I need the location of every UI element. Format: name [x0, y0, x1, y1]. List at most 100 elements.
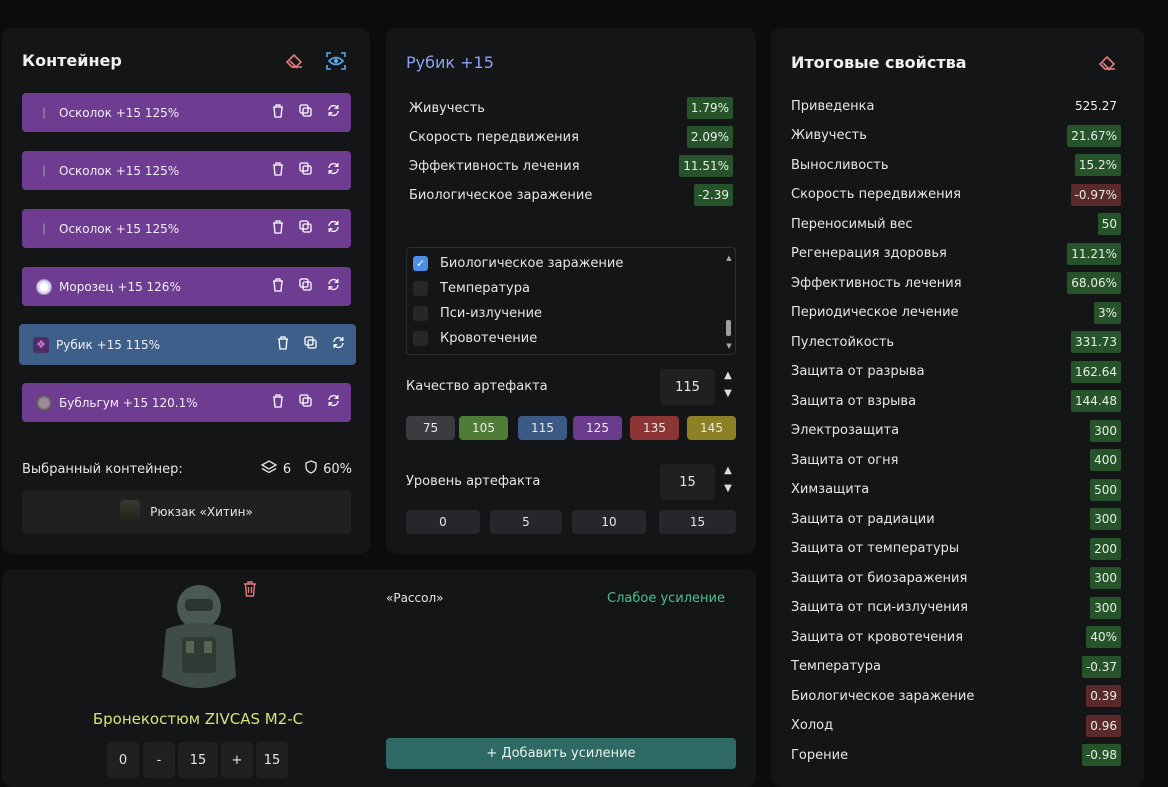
trash-icon[interactable] [270, 277, 285, 296]
armor-level-input[interactable]: 15 [178, 742, 218, 778]
refresh-icon[interactable] [326, 162, 341, 179]
eye-icon[interactable] [325, 50, 347, 72]
total-stat-row: Горение -0.98 [791, 743, 1121, 767]
armor-level-max[interactable]: 15 [256, 742, 288, 778]
armor-level-increment[interactable]: + [221, 742, 253, 778]
armor-name: Бронекостюм ZIVCAS M2-C [92, 710, 304, 728]
quality-down-icon[interactable]: ▼ [721, 388, 735, 399]
backpack-selector[interactable]: Рюкзак «Хитин» [22, 490, 351, 534]
trash-icon[interactable] [270, 393, 285, 412]
trash-icon[interactable] [270, 219, 285, 238]
backpack-name: Рюкзак «Хитин» [150, 505, 253, 519]
quality-input[interactable]: 115 [660, 369, 715, 405]
quality-preset-button[interactable]: 105 [459, 416, 508, 440]
total-stat-name: Холод [791, 718, 834, 733]
total-stat-value: 300 [1090, 508, 1121, 530]
checkbox[interactable] [413, 331, 428, 346]
artifact-row[interactable]: Морозец +15 126% [22, 267, 351, 306]
level-preset-button[interactable]: 5 [490, 510, 562, 534]
quality-preset-button[interactable]: 135 [630, 416, 679, 440]
refresh-icon[interactable] [326, 278, 341, 295]
artifact-row[interactable]: ❘ Осколок +15 125% [22, 151, 351, 190]
copy-icon[interactable] [298, 162, 313, 179]
stat-value: 2.09% [686, 126, 733, 148]
total-stat-name: Защита от кровотечения [791, 629, 964, 645]
scroll-thumb[interactable] [726, 320, 731, 336]
total-stat-row: Защита от разрыва 162.64 [791, 360, 1121, 384]
copy-icon[interactable] [298, 278, 313, 295]
trash-icon[interactable] [243, 581, 257, 601]
effect-option[interactable]: Пси-излучение [413, 306, 542, 321]
artifact-row[interactable]: Бубльгум +15 120.1% [22, 383, 351, 422]
add-boost-button[interactable]: + Добавить усиление [386, 738, 736, 769]
copy-icon[interactable] [298, 394, 313, 411]
checkbox[interactable]: ✓ [413, 256, 428, 271]
armor-level-decrement[interactable]: - [143, 742, 175, 778]
artifact-row[interactable]: ❘ Осколок +15 125% [22, 93, 351, 132]
total-stat-value: -0.98 [1081, 744, 1121, 766]
frost-orb-icon [36, 278, 52, 295]
cube-icon: ❖ [33, 336, 49, 353]
checkbox[interactable] [413, 306, 428, 321]
total-stat-row: Пулестойкость 331.73 [791, 330, 1121, 354]
effect-option[interactable]: Температура [413, 281, 530, 296]
quality-preset-button[interactable]: 75 [406, 416, 455, 440]
container-slots: 6 [282, 461, 292, 477]
shard-icon: ❘ [39, 106, 49, 119]
copy-icon[interactable] [298, 220, 313, 237]
effect-listbox[interactable]: ✓ Биологическое заражение Температура Пси-и… [406, 247, 736, 355]
copy-icon[interactable] [303, 336, 318, 353]
artifact-stat-row: Живучесть 1.79% [409, 97, 733, 119]
armor-level-min[interactable]: 0 [107, 742, 139, 778]
quality-up-icon[interactable]: ▲ [721, 370, 735, 381]
stat-value: 1.79% [686, 97, 733, 119]
refresh-icon[interactable] [326, 220, 341, 237]
total-stat-name: Приведенка [791, 98, 875, 114]
listbox-scrollbar[interactable]: ▲ ▼ [725, 254, 733, 350]
scroll-up-icon[interactable]: ▲ [725, 254, 733, 262]
level-input[interactable]: 15 [660, 464, 715, 500]
layers-icon [260, 460, 278, 478]
quality-preset-button[interactable]: 145 [687, 416, 736, 440]
total-stat-row: Защита от взрыва 144.48 [791, 389, 1121, 413]
total-stat-value: 300 [1090, 567, 1121, 589]
scroll-down-icon[interactable]: ▼ [725, 342, 733, 350]
armor-image [156, 581, 242, 699]
artifact-row[interactable]: ❖ Рубик +15 115% [19, 324, 356, 365]
total-stat-value: 11.21% [1067, 242, 1121, 265]
level-down-icon[interactable]: ▼ [721, 483, 735, 494]
total-stat-name: Защита от температуры [791, 541, 960, 556]
shield-icon [305, 460, 317, 478]
total-stat-row: Приведенка 525.27 [791, 94, 1121, 118]
effect-option[interactable]: ✓ Биологическое заражение [413, 256, 623, 271]
total-stat-name: Защита от биозаражения [791, 570, 968, 586]
effect-option[interactable]: Кровотечение [413, 331, 537, 346]
total-stat-row: Переносимый вес 50 [791, 212, 1121, 236]
selected-container-label: Выбранный контейнер: [22, 461, 183, 477]
total-stat-value: 144.48 [1071, 390, 1121, 412]
level-preset-button[interactable]: 15 [659, 510, 736, 534]
total-stat-row: Химзащита 500 [791, 478, 1121, 502]
copy-icon[interactable] [298, 104, 313, 121]
artifact-row[interactable]: ❘ Осколок +15 125% [22, 209, 351, 248]
total-stat-value: 15.2% [1074, 154, 1121, 176]
quality-preset-button[interactable]: 125 [573, 416, 622, 440]
level-up-icon[interactable]: ▲ [721, 465, 735, 476]
eraser-icon[interactable] [285, 51, 305, 71]
total-stat-row: Электрозащита 300 [791, 419, 1121, 443]
trash-icon[interactable] [270, 103, 285, 122]
total-stat-name: Температура [791, 659, 881, 674]
total-stat-name: Выносливость [791, 157, 889, 173]
eraser-icon[interactable] [1098, 53, 1118, 73]
level-preset-button[interactable]: 0 [406, 510, 480, 534]
artifact-title: Рубик +15 [406, 53, 494, 72]
trash-icon[interactable] [270, 161, 285, 180]
quality-preset-button[interactable]: 115 [518, 416, 567, 440]
refresh-icon[interactable] [326, 104, 341, 121]
refresh-icon[interactable] [331, 336, 346, 353]
level-preset-button[interactable]: 10 [572, 510, 646, 534]
checkbox[interactable] [413, 281, 428, 296]
total-stat-row: Выносливость 15.2% [791, 153, 1121, 177]
refresh-icon[interactable] [326, 394, 341, 411]
trash-icon[interactable] [275, 335, 290, 354]
